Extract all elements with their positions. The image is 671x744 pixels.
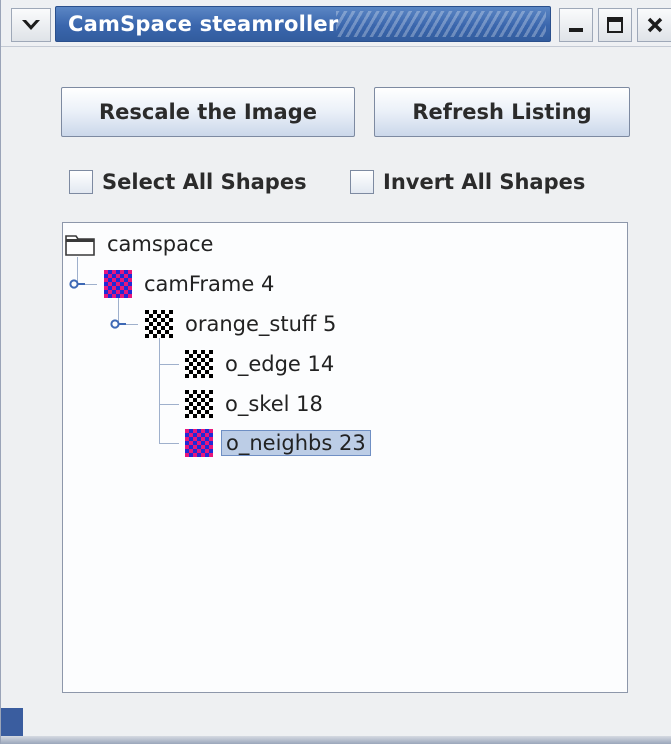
tree-root[interactable]: camspace [65,228,217,260]
tree-connector [159,337,160,443]
tree-node-label: o_skel 18 [225,392,323,416]
maximize-icon [607,17,623,33]
tree-connector [159,364,179,365]
title-bar[interactable]: CamSpace steamroller [1,0,671,47]
invert-all-shapes-label: Invert All Shapes [383,170,586,194]
checkbox-box[interactable] [69,170,93,194]
checkbox-box[interactable] [350,170,374,194]
invert-all-shapes-checkbox[interactable]: Invert All Shapes [350,165,585,199]
black-white-checker-icon [185,350,213,378]
tree-connector [159,443,179,444]
tree-node-o-edge[interactable]: o_edge 14 [185,348,338,380]
minimize-button[interactable] [559,8,593,42]
select-all-shapes-label: Select All Shapes [102,170,307,194]
title-pill: CamSpace steamroller [55,6,551,42]
tree-node-label: camFrame 4 [144,272,275,296]
title-hatch-decoration [336,11,546,37]
black-white-checker-icon [145,310,173,338]
app-window: CamSpace steamroller Rescale the Image R… [0,0,671,744]
rescale-image-button[interactable]: Rescale the Image [61,87,355,137]
close-button[interactable] [637,8,671,42]
expand-handle-icon[interactable] [69,277,85,291]
tree-node-o-neighbs[interactable]: o_neighbs 23 [185,427,371,459]
magenta-blue-checker-icon [104,270,132,298]
close-icon [647,17,662,33]
chevron-down-icon [22,20,40,30]
shape-tree[interactable]: camspace camFrame 4 orange_stuff 5 o_edg… [62,222,628,693]
magenta-blue-checker-icon [185,429,213,457]
expand-handle-icon[interactable] [110,317,126,331]
tree-node-label: camspace [107,232,214,256]
black-white-checker-icon [185,390,213,418]
tree-node-label-selected: o_neighbs 23 [221,430,371,456]
minimize-icon [569,28,583,32]
maximize-button[interactable] [598,8,632,42]
tree-connector [159,404,179,405]
tree-node-label: orange_stuff 5 [185,312,337,336]
system-menu-button[interactable] [11,8,51,42]
folder-icon [65,235,95,256]
tree-node-camframe[interactable]: camFrame 4 [104,268,278,300]
window-bottom-edge[interactable] [1,736,671,744]
select-all-shapes-checkbox[interactable]: Select All Shapes [69,165,307,199]
window-title: CamSpace steamroller [68,12,339,36]
tree-node-o-skel[interactable]: o_skel 18 [185,388,327,420]
tree-node-label: o_edge 14 [225,352,335,376]
tree-node-orange-stuff[interactable]: orange_stuff 5 [145,308,340,340]
refresh-listing-button[interactable]: Refresh Listing [374,87,630,137]
